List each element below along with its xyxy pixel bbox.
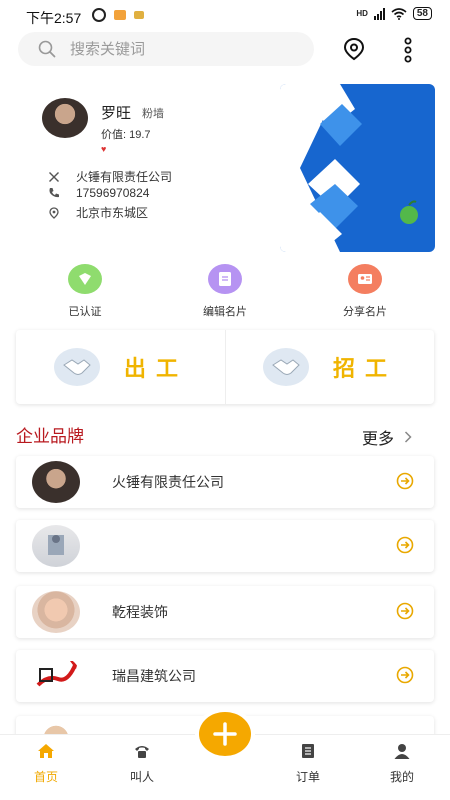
out-work-button[interactable]: 出工 bbox=[16, 330, 225, 404]
search-bar[interactable] bbox=[18, 32, 314, 66]
more-label: 更多 bbox=[362, 431, 395, 448]
nav-orders[interactable]: 订单 bbox=[278, 743, 338, 785]
edit-card-button[interactable]: 编辑名片 bbox=[175, 264, 275, 319]
avatar bbox=[42, 98, 88, 138]
brand-item[interactable] bbox=[16, 520, 434, 572]
app-notification-icon bbox=[114, 10, 126, 20]
tools-icon bbox=[49, 171, 59, 182]
battery-icon: 58 bbox=[412, 7, 432, 20]
chevron-right-icon bbox=[404, 431, 412, 443]
location-pin-icon bbox=[49, 206, 59, 219]
edit-card-label: 编辑名片 bbox=[203, 306, 247, 318]
user-icon bbox=[394, 744, 410, 759]
verified-label: 已认证 bbox=[68, 306, 102, 318]
alarm-icon bbox=[92, 8, 106, 22]
signal-icon bbox=[373, 7, 385, 20]
verified-button[interactable]: 已认证 bbox=[35, 264, 135, 319]
arrow-right-circle-icon[interactable] bbox=[396, 536, 414, 554]
location-icon[interactable] bbox=[341, 36, 367, 62]
brand-name: 乾程装饰 bbox=[112, 604, 168, 620]
hire-button[interactable]: 招工 bbox=[225, 330, 434, 404]
phone-text: 17596970824 bbox=[76, 186, 150, 200]
arrow-right-circle-icon[interactable] bbox=[396, 472, 414, 490]
search-input[interactable] bbox=[70, 40, 270, 58]
brand-item[interactable]: 乾程装饰 bbox=[16, 586, 434, 638]
brand-avatar bbox=[32, 525, 80, 567]
app-notification-icon bbox=[134, 11, 144, 19]
nav-profile-label: 我的 bbox=[389, 770, 414, 784]
network-type: HD bbox=[356, 8, 368, 18]
card-banner bbox=[280, 84, 435, 252]
nav-profile[interactable]: 我的 bbox=[372, 743, 432, 785]
phone-row[interactable]: 17596970824 bbox=[48, 186, 149, 200]
hire-label: 招工 bbox=[333, 356, 398, 381]
quick-actions: 已认证 编辑名片 分享名片 bbox=[0, 264, 450, 324]
plus-icon bbox=[213, 722, 237, 746]
brand-avatar bbox=[32, 461, 80, 503]
arrow-right-circle-icon[interactable] bbox=[396, 666, 414, 684]
company-text: 火锤有限责任公司 bbox=[76, 170, 173, 184]
nav-call-label: 叫人 bbox=[129, 770, 154, 784]
share-card-label: 分享名片 bbox=[343, 306, 387, 318]
edit-card-icon bbox=[208, 264, 242, 294]
verified-icon bbox=[68, 264, 102, 294]
add-button[interactable] bbox=[199, 712, 251, 756]
more-link[interactable]: 更多 bbox=[362, 425, 412, 449]
brand-name: 瑞昌建筑公司 bbox=[112, 668, 196, 684]
profile-name: 罗旺 bbox=[101, 105, 132, 122]
out-work-label: 出工 bbox=[124, 356, 189, 381]
address-text: 北京市东城区 bbox=[76, 206, 149, 220]
nav-home-label: 首页 bbox=[33, 770, 58, 784]
nav-orders-label: 订单 bbox=[295, 770, 320, 784]
more-options-icon[interactable] bbox=[398, 37, 418, 63]
phone-icon bbox=[135, 746, 149, 758]
company-row: 火锤有限责任公司 bbox=[48, 168, 172, 185]
phone-icon bbox=[49, 188, 59, 198]
wifi-icon bbox=[391, 7, 407, 20]
profile-tag: 粉墙 bbox=[142, 108, 164, 120]
brand-item[interactable]: 火锤有限责任公司 bbox=[16, 456, 434, 508]
nav-home[interactable]: 首页 bbox=[16, 743, 76, 785]
share-card-icon bbox=[348, 264, 382, 294]
handshake-icon bbox=[54, 348, 100, 386]
arrow-right-circle-icon[interactable] bbox=[396, 602, 414, 620]
nav-call[interactable]: 叫人 bbox=[112, 743, 172, 785]
brand-avatar bbox=[32, 591, 80, 633]
section-title: 企业品牌 bbox=[16, 427, 84, 446]
order-icon bbox=[302, 744, 314, 758]
profile-card[interactable]: 罗旺 粉墙 价值: 19.7 ♥ 火锤有限责任公司 17596970824 北京… bbox=[18, 84, 435, 252]
home-icon bbox=[38, 744, 54, 758]
brand-name: 火锤有限责任公司 bbox=[112, 474, 224, 490]
search-icon bbox=[38, 40, 56, 58]
share-card-button[interactable]: 分享名片 bbox=[315, 264, 415, 319]
handshake-icon bbox=[263, 348, 309, 386]
status-bar: 下午2:57 HD 58 bbox=[0, 0, 450, 30]
brand-item[interactable]: 瑞昌建筑公司 bbox=[16, 650, 434, 702]
heart-icon: ♥ bbox=[101, 144, 107, 154]
work-panel: 出工 招工 bbox=[16, 330, 434, 404]
status-time: 下午2:57 bbox=[26, 10, 82, 26]
brand-avatar bbox=[32, 655, 80, 697]
profile-value: 价值: 19.7 bbox=[101, 129, 151, 141]
address-row: 北京市东城区 bbox=[48, 204, 148, 221]
